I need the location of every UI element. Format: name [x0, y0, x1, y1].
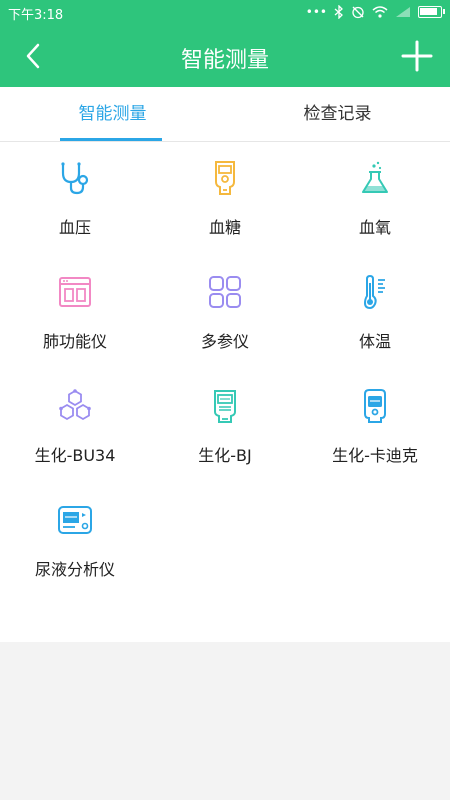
device-urine-analyzer[interactable]: 尿液分析仪 [0, 484, 150, 596]
device-blood-oxygen[interactable]: 血氧 [300, 142, 450, 254]
tab-bar: 智能测量 检查记录 [0, 87, 450, 142]
more-dots-icon: ••• [305, 5, 327, 19]
device-biochem-bu34[interactable]: 生化-BU34 [0, 370, 150, 482]
page-title: 智能测量 [180, 48, 269, 73]
bluetooth-icon [334, 5, 343, 19]
device-label: 血压 [58, 218, 91, 237]
device-label: 血氧 [358, 218, 391, 237]
tab-check-records[interactable]: 检查记录 [225, 87, 450, 141]
add-icon[interactable] [400, 39, 434, 73]
device-label: 尿液分析仪 [34, 560, 115, 579]
device-blood-pressure[interactable]: 血压 [0, 142, 150, 254]
multi-grid-icon [209, 276, 241, 308]
device-multi-param[interactable]: 多参仪 [150, 256, 300, 368]
tab-underline [60, 138, 162, 141]
status-bar: 下午3:18 ••• [0, 0, 450, 25]
tab-smart-measure[interactable]: 智能测量 [0, 87, 225, 141]
device-label: 生化-卡迪克 [332, 446, 418, 465]
device-label: 多参仪 [200, 332, 249, 351]
device-label: 生化-BJ [198, 446, 252, 465]
status-icons: ••• [305, 3, 445, 21]
device-lung-function[interactable]: 肺功能仪 [0, 256, 150, 368]
tab-label: 智能测量 [78, 104, 147, 124]
device-biochem-cardiac[interactable]: 生化-卡迪克 [300, 370, 450, 482]
device-blood-glucose[interactable]: 血糖 [150, 142, 300, 254]
status-time: 下午3:18 [8, 8, 64, 23]
tab-label: 检查记录 [303, 104, 372, 124]
lung-function-icon [59, 277, 91, 307]
stethoscope-icon [61, 162, 89, 195]
device-label: 肺功能仪 [42, 332, 107, 351]
analyzer-bj-icon [214, 390, 236, 423]
urine-analyzer-icon [58, 506, 92, 534]
alarm-off-icon [352, 6, 364, 19]
device-biochem-bj[interactable]: 生化-BJ [150, 370, 300, 482]
device-label: 体温 [358, 332, 391, 351]
molecule-icon [59, 389, 91, 421]
signal-icon [396, 7, 410, 17]
wifi-icon [372, 6, 388, 18]
title-bar: 智能测量 [0, 25, 450, 87]
battery-icon [418, 6, 445, 18]
device-label: 血糖 [208, 218, 241, 237]
device-grid: 血压 血糖 血氧 肺功能仪 多参仪 体温 生化-BU34 生化-BJ 生化-卡迪… [0, 142, 450, 642]
device-label: 生化-BU34 [34, 446, 116, 465]
glucose-meter-icon [215, 161, 235, 195]
analyzer-cardiac-icon [364, 389, 386, 423]
device-temperature[interactable]: 体温 [300, 256, 450, 368]
thermometer-icon [363, 274, 385, 310]
flask-icon [362, 161, 388, 193]
